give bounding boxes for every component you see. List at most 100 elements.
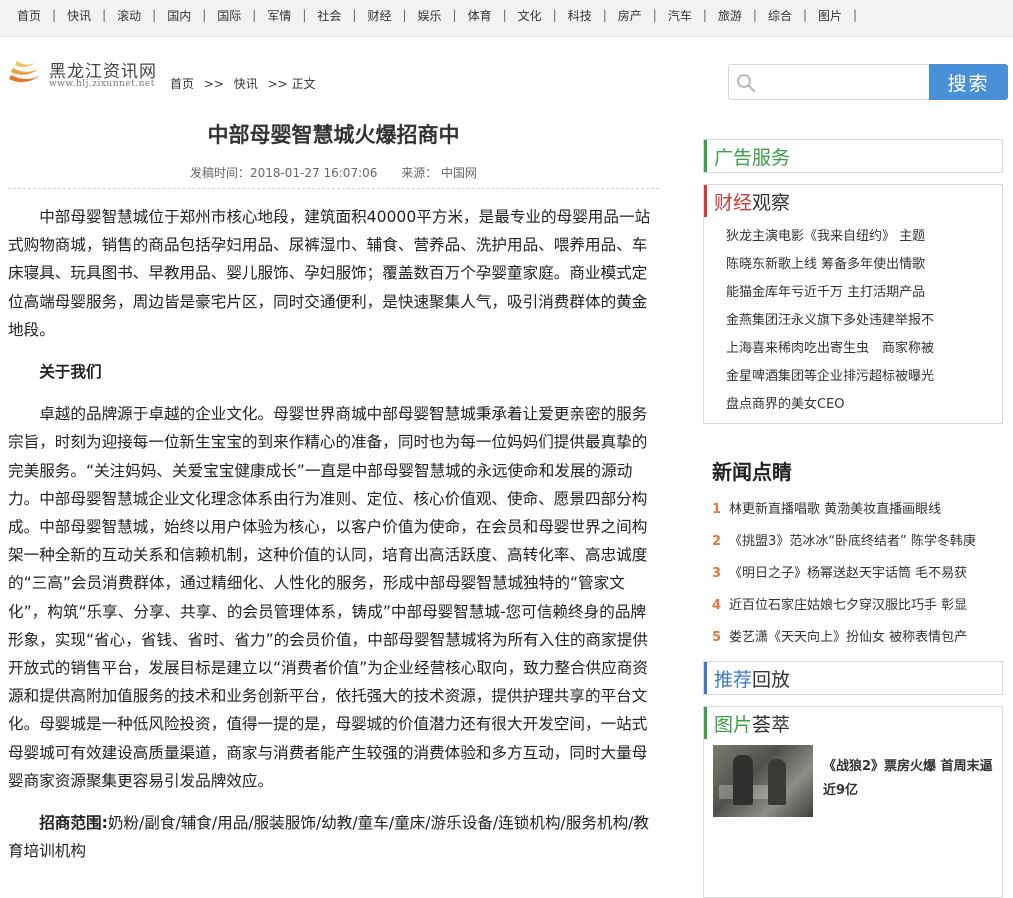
hot-news-item[interactable]: 3 《明日之子》杨幂送赵天宇话筒 毛不易获: [703, 558, 1001, 590]
nav-item: 房产 |: [607, 7, 657, 24]
picture-caption[interactable]: 《战狼2》票房火爆 首周末逼近9亿: [823, 755, 1005, 803]
search-input[interactable]: [763, 71, 927, 95]
nav-list: 首页 | 快讯 | 滚动 | 国内 | 国际 | 军情 | 社会 | 财经 | 娱乐 | 体育 | 文化 | 科技 | 房产 | 汽…: [0, 0, 1013, 30]
about-heading: 关于我们: [39, 363, 102, 382]
finance-news-link[interactable]: 金燕集团汪永义旗下多处违建举报不: [726, 307, 1002, 335]
hot-news-list: 1 林更新直播唱歌 黄渤美妆直播画眼线 2 《挑盟3》范冰冰“卧底终结者” 陈学冬韩庚…: [703, 494, 1001, 654]
nav-link[interactable]: 快讯: [56, 7, 102, 24]
breadcrumb-sep: >>: [203, 77, 224, 91]
hot-news-text[interactable]: 《挑盟3》范冰冰“卧底终结者” 陈学冬韩庚: [729, 534, 976, 549]
hot-news-item[interactable]: 5 娄艺潇《天天向上》扮仙女 被称表情包产: [703, 622, 1001, 654]
nav-link[interactable]: 社会: [306, 7, 352, 24]
finance-box: 财经 观察 狄龙主演电影《我来自纽约》 主题 陈晓东新歌上线 筹备多年使出情歌 能猫金…: [703, 184, 1003, 424]
hot-news: 新闻点睛 1 林更新直播唱歌 黄渤美妆直播画眼线 2 《挑盟3》范冰冰“卧底终结者” …: [703, 450, 1001, 654]
hot-news-text[interactable]: 《明日之子》杨幂送赵天宇话筒 毛不易获: [729, 566, 967, 581]
finance-news-link[interactable]: 狄龙主演电影《我来自纽约》 主题: [726, 223, 1002, 251]
logo-icon: [9, 61, 41, 83]
recommend-title-rest: 回放: [752, 668, 791, 691]
pictures-title-accent: 图片: [714, 713, 753, 736]
hot-news-text[interactable]: 近百位石家庄姑娘七夕穿汉服比巧手 彰显: [729, 598, 967, 613]
finance-list: 狄龙主演电影《我来自纽约》 主题 陈晓东新歌上线 筹备多年使出情歌 能猫金库年亏近千…: [704, 217, 1002, 423]
article-body: 中部母婴智慧城位于郑州市核心地段，建筑面积40000平方米，是最专业的母婴用品一…: [8, 203, 659, 865]
picture-thumbnail[interactable]: [713, 745, 813, 817]
finance-news-link[interactable]: 上海喜来稀肉吃出寄生虫 商家称被: [726, 335, 1002, 363]
search-box: [728, 64, 929, 100]
picture-item[interactable]: 《战狼2》票房火爆 首周末逼近9亿: [713, 745, 1003, 817]
finance-title-accent: 财经: [714, 191, 753, 214]
nav-link[interactable]: 文化: [507, 7, 553, 24]
nav-link[interactable]: 国际: [206, 7, 252, 24]
breadcrumb-section[interactable]: 快讯: [234, 77, 258, 91]
nav-item: 汽车 |: [657, 7, 707, 24]
nav-item: 综合 |: [757, 7, 807, 24]
nav-link[interactable]: 国内: [156, 7, 202, 24]
finance-title-rest: 观察: [752, 191, 791, 214]
scope-paragraph: 招商范围:奶粉/副食/辅食/用品/服装服饰/幼教/童车/童床/游乐设备/连锁机构…: [8, 809, 659, 865]
title-divider: [8, 188, 659, 189]
logo-url: www.hlj.zixunnet.net: [49, 79, 155, 89]
nav-item: 社会 |: [306, 7, 356, 24]
ad-service-box: 广告服务: [703, 139, 1003, 173]
nav-link[interactable]: 科技: [557, 7, 603, 24]
nav-link[interactable]: 军情: [256, 7, 302, 24]
search-icon: [737, 74, 756, 93]
nav-link[interactable]: 体育: [457, 7, 503, 24]
pictures-title-rest: 荟萃: [752, 713, 791, 736]
article-paragraph: 中部母婴智慧城位于郑州市核心地段，建筑面积40000平方米，是最专业的母婴用品一…: [8, 208, 651, 339]
nav-item: 娱乐 |: [407, 7, 457, 24]
nav-link[interactable]: 滚动: [106, 7, 152, 24]
search-bar: 搜索: [728, 64, 1008, 100]
nav-item: 体育 |: [457, 7, 507, 24]
breadcrumb-sep: >>: [267, 77, 288, 91]
hot-news-text[interactable]: 林更新直播唱歌 黄渤美妆直播画眼线: [729, 502, 941, 517]
search-button[interactable]: 搜索: [929, 64, 1008, 100]
nav-item: 文化 |: [507, 7, 557, 24]
nav-item: 首页 |: [6, 7, 56, 24]
breadcrumb-current: 正文: [291, 77, 316, 91]
finance-news-link[interactable]: 陈晓东新歌上线 筹备多年使出情歌: [726, 251, 1002, 279]
publish-time: 发稿时间：2018-01-27 16:07:06: [189, 166, 378, 180]
article-source: 来源： 中国网: [401, 166, 478, 180]
hot-news-item[interactable]: 4 近百位石家庄姑娘七夕穿汉服比巧手 彰显: [703, 590, 1001, 622]
nav-item: 国际 |: [206, 7, 256, 24]
nav-link[interactable]: 房产: [607, 7, 653, 24]
rank-number: 4: [712, 598, 722, 613]
nav-item: 科技 |: [557, 7, 607, 24]
nav-link[interactable]: 图片: [807, 7, 853, 24]
article-title: 中部母婴智慧城火爆招商中: [207, 123, 460, 147]
nav-item: 图片 |: [807, 7, 857, 24]
pictures-box: 图片 荟萃 《战狼2》票房火爆 首周末逼近9亿: [703, 706, 1003, 898]
nav-link[interactable]: 财经: [356, 7, 402, 24]
rank-number: 2: [712, 534, 722, 549]
nav-item: 军情 |: [256, 7, 306, 24]
breadcrumb-home[interactable]: 首页: [170, 77, 194, 91]
finance-news-link[interactable]: 盘点商界的美女CEO: [726, 391, 1002, 419]
rank-number: 1: [712, 502, 722, 517]
nav-item: 滚动 |: [106, 7, 156, 24]
article-paragraph: 卓越的品牌源于卓越的企业文化。母婴世界商城中部母婴智慧城秉承着让爱更亲密的服务宗…: [8, 405, 648, 790]
hot-news-item[interactable]: 2 《挑盟3》范冰冰“卧底终结者” 陈学冬韩庚: [703, 526, 1001, 558]
nav-link[interactable]: 首页: [6, 7, 52, 24]
nav-item: 国内 |: [156, 7, 206, 24]
nav-link[interactable]: 旅游: [707, 7, 753, 24]
rank-number: 5: [712, 630, 722, 645]
hot-news-item[interactable]: 1 林更新直播唱歌 黄渤美妆直播画眼线: [703, 494, 1001, 526]
hot-news-text[interactable]: 娄艺潇《天天向上》扮仙女 被称表情包产: [729, 630, 967, 645]
nav-link[interactable]: 娱乐: [407, 7, 453, 24]
nav-item: 财经 |: [356, 7, 406, 24]
finance-news-link[interactable]: 金星啤酒集团等企业排污超标被曝光: [726, 363, 1002, 391]
finance-news-link[interactable]: 能猫金库年亏近千万 主打活期产品: [726, 279, 1002, 307]
finance-header: 财经 观察: [704, 185, 1002, 217]
article: 中部母婴智慧城火爆招商中 发稿时间：2018-01-27 16:07:06 来源…: [8, 118, 659, 865]
nav-link[interactable]: 综合: [757, 7, 803, 24]
ad-service-header[interactable]: 广告服务: [704, 140, 1002, 172]
nav-separator: |: [853, 8, 858, 22]
breadcrumb: 首页 >> 快讯 >> 正文: [170, 75, 322, 92]
site-logo[interactable]: 黑龙江资讯网 www.hlj.zixunnet.net: [7, 55, 167, 93]
recommend-header[interactable]: 推荐 回放: [704, 662, 1002, 694]
recommend-title-accent: 推荐: [714, 668, 753, 691]
nav-item: 快讯 |: [56, 7, 106, 24]
rank-number: 3: [712, 566, 722, 581]
nav-link[interactable]: 汽车: [657, 7, 703, 24]
nav-item: 旅游 |: [707, 7, 757, 24]
